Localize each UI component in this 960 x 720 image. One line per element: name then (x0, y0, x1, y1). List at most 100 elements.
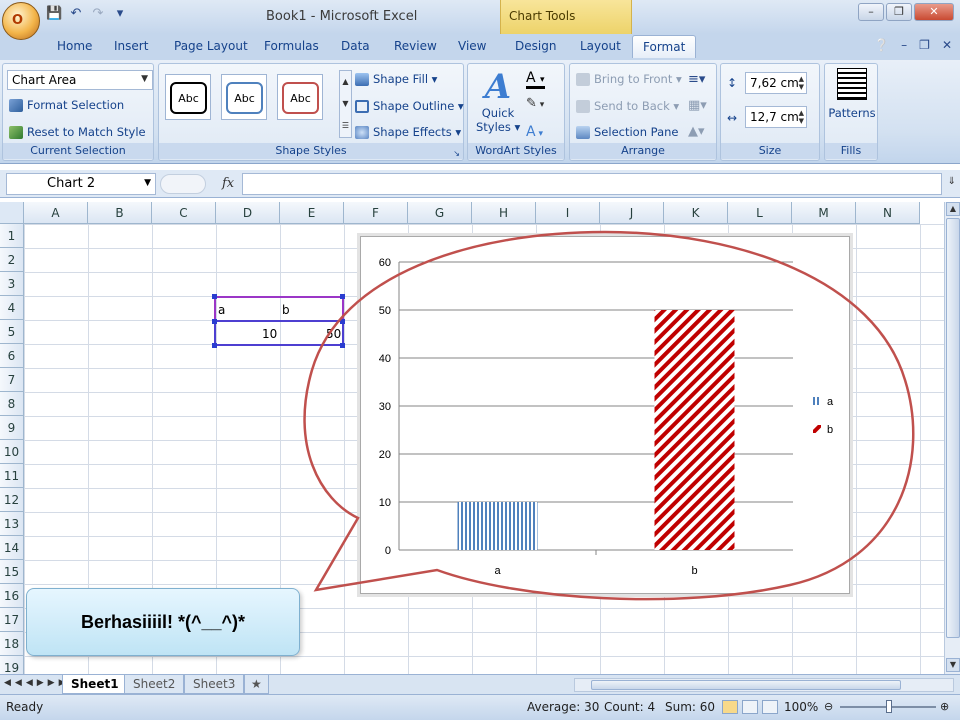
column-header-l[interactable]: L (728, 202, 792, 224)
row-header-11[interactable]: 11 (0, 464, 24, 488)
sheet-nav-arrows-icon[interactable]: ◀◀◀▶▶▶ (4, 678, 70, 688)
restore-button[interactable]: ❐ (886, 3, 912, 21)
row-header-19[interactable]: 19 (0, 656, 24, 674)
row-header-2[interactable]: 2 (0, 248, 24, 272)
range-handle[interactable] (212, 319, 217, 324)
column-header-k[interactable]: K (664, 202, 728, 224)
column-header-j[interactable]: J (600, 202, 664, 224)
help-icon[interactable]: ❔ (874, 38, 889, 52)
patterns-button[interactable]: Patterns (827, 68, 877, 120)
vertical-scrollbar[interactable]: ▲ ▼ (944, 202, 960, 674)
chart[interactable]: 0 10 20 30 40 50 60 a b a b (360, 236, 850, 594)
column-header-f[interactable]: F (344, 202, 408, 224)
sheet-tab-sheet1[interactable]: Sheet1 (62, 675, 128, 694)
shape-fill-button[interactable]: Shape Fill ▾ (355, 72, 437, 86)
format-selection-button[interactable]: Format Selection (9, 98, 124, 112)
column-header-n[interactable]: N (856, 202, 920, 224)
shape-style-swatch-blue[interactable]: Abc (221, 74, 267, 120)
row-header-14[interactable]: 14 (0, 536, 24, 560)
tab-insert[interactable]: Insert (114, 39, 148, 53)
row-header-15[interactable]: 15 (0, 560, 24, 584)
row-header-6[interactable]: 6 (0, 344, 24, 368)
row-header-7[interactable]: 7 (0, 368, 24, 392)
redo-icon[interactable]: ↷ (90, 6, 106, 22)
zoom-out-icon[interactable]: ⊖ (824, 700, 833, 713)
save-icon[interactable]: 💾 (46, 6, 62, 22)
row-header-17[interactable]: 17 (0, 608, 24, 632)
close-button[interactable]: ✕ (914, 3, 954, 21)
shape-style-swatch-black[interactable]: Abc (165, 74, 211, 120)
tab-design[interactable]: Design (515, 39, 556, 53)
sheet-tab-sheet2[interactable]: Sheet2 (124, 675, 185, 694)
range-handle[interactable] (340, 319, 345, 324)
shape-styles-gallery-scroll[interactable]: ▲ ▼ ☰ (339, 70, 352, 138)
tab-review[interactable]: Review (394, 39, 437, 53)
formula-input[interactable] (242, 173, 942, 195)
ribbon-close-icon[interactable]: ✕ (942, 38, 952, 52)
row-header-16[interactable]: 16 (0, 584, 24, 608)
group-icon[interactable]: ▦▾ (688, 98, 707, 113)
row-header-12[interactable]: 12 (0, 488, 24, 512)
shape-styles-launcher-icon[interactable]: ↘ (453, 149, 460, 158)
quick-styles-button[interactable]: A Quick Styles ▾ (476, 68, 520, 138)
column-header-c[interactable]: C (152, 202, 216, 224)
column-header-m[interactable]: M (792, 202, 856, 224)
row-header-13[interactable]: 13 (0, 512, 24, 536)
customize-qat-icon[interactable]: ▾ (112, 6, 128, 22)
tab-format[interactable]: Format (632, 35, 697, 58)
row-header-3[interactable]: 3 (0, 272, 24, 296)
tab-view[interactable]: View (458, 39, 486, 53)
row-header-1[interactable]: 1 (0, 224, 24, 248)
row-header-8[interactable]: 8 (0, 392, 24, 416)
hscroll-thumb[interactable] (591, 680, 901, 690)
zoom-in-icon[interactable]: ⊕ (940, 700, 949, 713)
row-header-10[interactable]: 10 (0, 440, 24, 464)
text-effects-icon[interactable]: A ▾ (526, 124, 543, 140)
horizontal-scrollbar[interactable] (574, 678, 954, 692)
range-handle[interactable] (212, 343, 217, 348)
text-fill-button[interactable]: A ▾ (526, 70, 545, 89)
name-box-dropdown-icon[interactable]: ▼ (144, 178, 151, 188)
tab-formulas[interactable]: Formulas (264, 39, 319, 53)
column-header-e[interactable]: E (280, 202, 344, 224)
minimize-button[interactable]: – (858, 3, 884, 21)
ribbon-restore-icon[interactable]: ❐ (919, 38, 930, 52)
vscroll-thumb[interactable] (946, 218, 960, 638)
column-header-h[interactable]: H (472, 202, 536, 224)
office-button[interactable]: O (2, 2, 40, 40)
row-header-4[interactable]: 4 (0, 296, 24, 320)
tab-layout[interactable]: Layout (580, 39, 621, 53)
text-outline-icon[interactable]: ✎ ▾ (526, 96, 544, 111)
name-box[interactable]: Chart 2 ▼ (6, 173, 156, 195)
zoom-slider-knob[interactable] (886, 700, 892, 713)
height-spinner-icon[interactable]: ▲ ▼ (799, 75, 804, 91)
range-handle[interactable] (212, 294, 217, 299)
row-header-9[interactable]: 9 (0, 416, 24, 440)
width-spinner-icon[interactable]: ▲ ▼ (799, 109, 804, 125)
tab-data[interactable]: Data (341, 39, 370, 53)
align-icon[interactable]: ≡▾ (688, 72, 705, 87)
rotate-icon[interactable]: ▲▾ (688, 124, 705, 139)
insert-sheet-icon[interactable]: ★ (244, 675, 269, 694)
shape-style-swatch-red[interactable]: Abc (277, 74, 323, 120)
shape-outline-button[interactable]: Shape Outline ▾ (355, 99, 464, 113)
insert-function-icon[interactable]: fx (222, 176, 234, 191)
shape-width-input[interactable]: 12,7 cm ▲ ▼ (745, 106, 807, 128)
row-header-5[interactable]: 5 (0, 320, 24, 344)
tab-home[interactable]: Home (57, 39, 92, 53)
zoom-level[interactable]: 100% (784, 700, 818, 714)
shape-height-input[interactable]: 7,62 cm ▲ ▼ (745, 72, 807, 94)
scroll-up-icon[interactable]: ▲ (946, 202, 960, 216)
page-layout-view-icon[interactable] (742, 700, 758, 714)
sheet-tab-sheet3[interactable]: Sheet3 (184, 675, 245, 694)
range-handle[interactable] (340, 294, 345, 299)
tab-page-layout[interactable]: Page Layout (174, 39, 248, 53)
page-break-view-icon[interactable] (762, 700, 778, 714)
send-to-back-button[interactable]: Send to Back ▾ (576, 99, 679, 113)
column-header-g[interactable]: G (408, 202, 472, 224)
selection-pane-button[interactable]: Selection Pane (576, 125, 678, 139)
expand-formula-bar-icon[interactable]: ⇓ (948, 176, 956, 187)
column-header-a[interactable]: A (24, 202, 88, 224)
range-handle[interactable] (340, 343, 345, 348)
column-header-d[interactable]: D (216, 202, 280, 224)
